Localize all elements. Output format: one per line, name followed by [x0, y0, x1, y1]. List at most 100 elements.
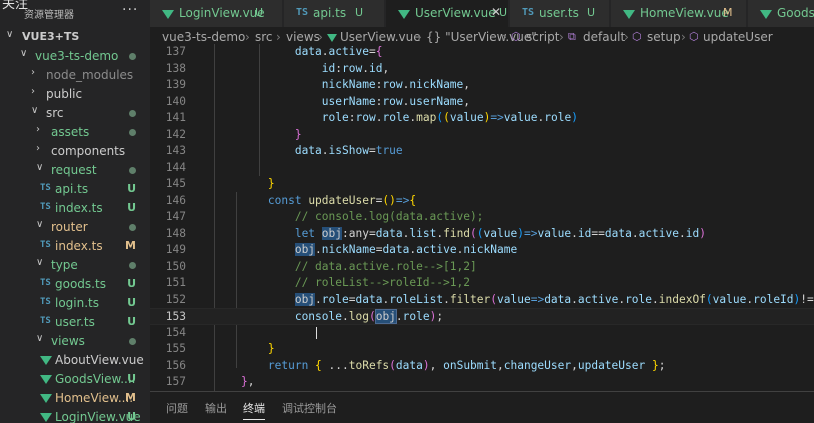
code-line[interactable]: 147 // console.log(data.active);	[150, 209, 814, 226]
tree-item-goods-ts[interactable]: TS goods.ts U	[0, 275, 150, 294]
code-token: =	[368, 144, 376, 157]
tree-item-label: index.ts	[55, 201, 103, 215]
typescript-file-icon: TS	[296, 7, 309, 18]
code-token: const	[267, 193, 309, 207]
code-editor[interactable]: 137 data.active={138 id:row.id, 139 nickN…	[150, 44, 814, 391]
tree-item-public[interactable]: › public	[0, 85, 150, 104]
tree-item-loginview-vue[interactable]: LoginView.vue U	[0, 408, 150, 423]
tab-user-ts[interactable]: TS user.ts U	[510, 0, 610, 27]
code-line[interactable]: 146 const updateUser=()=>{	[150, 193, 814, 210]
breadcrumb-item-file[interactable]: UserView.vue	[340, 30, 421, 44]
tree-item-user-ts[interactable]: TS user.ts U	[0, 313, 150, 332]
code-line[interactable]: 138 id:row.id,	[150, 61, 814, 78]
git-status-dot	[129, 224, 136, 231]
breadcrumb-item-setup[interactable]: setup	[647, 30, 681, 44]
code-token: id	[577, 226, 592, 240]
chevron-down-icon: ∨	[20, 48, 28, 59]
chevron-right-icon: ›	[417, 30, 422, 44]
more-actions-icon[interactable]: ···	[122, 2, 138, 18]
code-token: role	[625, 292, 653, 306]
code-line[interactable]: 141 role:row.role.map((value)=>value.rol…	[150, 110, 814, 127]
code-token: =>	[530, 292, 545, 306]
code-line[interactable]: 152 obj.role=data.roleList.filter(value=…	[150, 292, 814, 309]
breadcrumb-item-default[interactable]: default	[583, 30, 625, 44]
line-number: 153	[165, 310, 186, 323]
code-token: .	[395, 310, 403, 323]
code-line[interactable]: 149 obj.nickName=data.active.nickName	[150, 242, 814, 259]
code-line[interactable]: 157 },	[150, 374, 814, 391]
breadcrumb-item-src[interactable]: src	[255, 30, 273, 44]
tree-item-assets[interactable]: › assets	[0, 123, 150, 142]
code-token: {	[375, 45, 383, 58]
code-line[interactable]: 143 data.isShow=true	[150, 143, 814, 160]
breadcrumb-item-views[interactable]: views	[286, 30, 320, 44]
mouse-cursor-icon	[316, 327, 320, 339]
code-line[interactable]: 153 console.log(obj.role);	[150, 308, 814, 325]
code-line[interactable]: 154	[150, 325, 814, 342]
code-token: )	[517, 226, 524, 240]
vue-file-icon	[398, 10, 410, 19]
line-number: 147	[165, 210, 186, 223]
tab-api-ts[interactable]: TS api.ts U	[284, 0, 385, 27]
tree-item-homeview[interactable]: HomeView.... M	[0, 389, 150, 408]
tree-item-label: node_modules	[46, 68, 134, 82]
code-line[interactable]: 140 userName:row.userName,	[150, 94, 814, 111]
panel-tab-debug-console[interactable]: 调试控制台	[282, 400, 337, 416]
chevron-right-icon: ›	[681, 30, 686, 44]
line-number: 155	[165, 342, 186, 355]
code-line[interactable]: 151 // roleList-->roleId-->1,2	[150, 275, 814, 292]
tree-item-api-ts[interactable]: TS api.ts U	[0, 180, 150, 199]
code-line[interactable]: 150 // data.active.role-->[1,2]	[150, 259, 814, 276]
tab-userview-vue[interactable]: UserView.vue U ✕	[386, 0, 509, 27]
code-line[interactable]: 137 data.active={	[150, 44, 814, 61]
code-line[interactable]: 148 let obj:any=data.list.find((value)=>…	[150, 226, 814, 243]
code-token: return	[267, 358, 316, 372]
tree-item-src[interactable]: ∨ src	[0, 104, 150, 123]
close-icon[interactable]: ✕	[491, 5, 501, 19]
tree-item-vue3-ts-demo[interactable]: ∨ vue3-ts-demo	[0, 47, 150, 66]
code-line[interactable]: 142 }	[150, 127, 814, 144]
breadcrumb-item-project[interactable]: vue3-ts-demo	[162, 30, 245, 44]
panel-tab-output[interactable]: 输出	[205, 400, 227, 416]
tree-item-login-ts[interactable]: TS login.ts U	[0, 294, 150, 313]
tab-loginview-vue[interactable]: LoginView.vue U	[150, 0, 283, 27]
tree-item-views[interactable]: ∨ views	[0, 332, 150, 351]
tree-item-goodsview[interactable]: GoodsView.... U	[0, 370, 150, 389]
code-line[interactable]: 144	[150, 160, 814, 177]
code-line[interactable]: 155 }	[150, 341, 814, 358]
code-token: (	[476, 226, 484, 240]
panel-tab-terminal[interactable]: 终端	[243, 400, 265, 420]
line-code: }	[214, 342, 275, 355]
code-line[interactable]: 139 nickName:row.nickName,	[150, 77, 814, 94]
code-token: }	[294, 127, 302, 141]
code-token: :	[335, 61, 343, 75]
chevron-right-icon: ›	[624, 30, 629, 44]
tree-item-components[interactable]: › components	[0, 142, 150, 161]
tree-item-index-ts[interactable]: TS index.ts U	[0, 199, 150, 218]
tree-item-label: login.ts	[55, 296, 100, 310]
tree-item-aboutview-vue[interactable]: AboutView.vue	[0, 351, 150, 370]
code-token: value	[537, 226, 572, 240]
line-code: }	[214, 177, 275, 190]
code-line[interactable]: 156 return { ...toRefs(data), onSubmit,c…	[150, 358, 814, 375]
panel-tab-problems[interactable]: 问题	[166, 400, 188, 416]
tree-item-node-modules[interactable]: › node_modules	[0, 66, 150, 85]
code-token: nickName	[409, 78, 464, 91]
tree-item-type[interactable]: ∨ type	[0, 256, 150, 275]
workspace-root[interactable]: ∨ VUE3+TS	[0, 28, 150, 47]
breadcrumb-item-script[interactable]: script	[526, 30, 559, 44]
code-token: !==-1	[800, 292, 814, 306]
code-token: role	[382, 111, 410, 124]
tree-item-router[interactable]: ∨ router	[0, 218, 150, 237]
tree-item-request[interactable]: ∨ request	[0, 161, 150, 180]
code-token: row	[355, 111, 376, 124]
tab-goodsvi[interactable]: GoodsVi	[748, 0, 814, 27]
breadcrumb-item-function[interactable]: updateUser	[703, 30, 773, 44]
tab-homeview-vue[interactable]: HomeView.vue M	[611, 0, 747, 27]
git-status-dot	[129, 262, 136, 269]
tree-item-index-ts[interactable]: TS index.ts M	[0, 237, 150, 256]
code-line[interactable]: 145 }	[150, 176, 814, 193]
